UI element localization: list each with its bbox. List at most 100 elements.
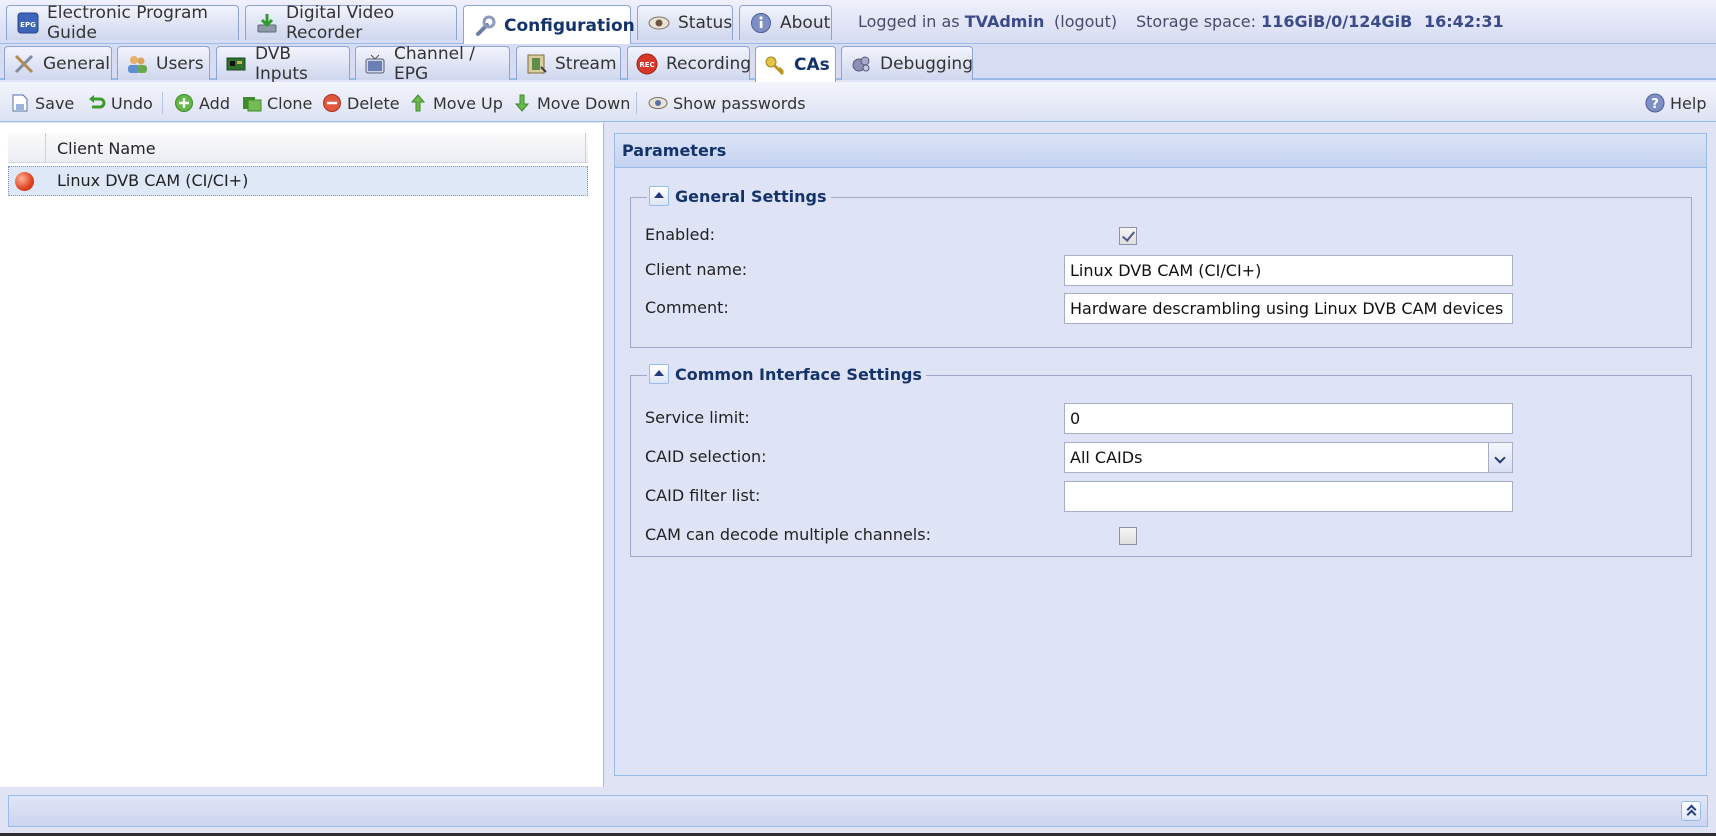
eye-icon [648,12,670,34]
toolbar-separator [162,92,163,114]
main-tab-bar: EPG Electronic Program Guide Digital Vid… [0,0,1716,45]
ca-client-grid: Client Name Linux DVB CAM (CI/CI+) [0,123,604,787]
tab-about[interactable]: About [739,5,832,40]
toolbar: Save Undo Add Clone Delete Move Up Move … [0,82,1716,122]
tuner-card-icon [225,53,247,75]
tab-label: General [43,53,110,74]
delete-label: Delete [347,93,400,113]
caid-selection-value: All CAIDs [1070,448,1143,467]
tab-label: Electronic Program Guide [47,3,208,43]
show-passwords-label: Show passwords [673,93,806,113]
delete-icon [322,93,342,113]
enabled-label: Enabled: [645,225,716,244]
collapse-toggle-icon[interactable] [649,186,669,206]
client-name-field[interactable]: Linux DVB CAM (CI/CI+) [1064,255,1513,286]
move-down-label: Move Down [537,93,631,113]
username: TVAdmin [964,12,1045,31]
tab-label: Channel / EPG [394,43,475,84]
caid-selection-select[interactable]: All CAIDs [1064,442,1513,473]
help-button[interactable]: ? Help [1645,91,1706,115]
tab-recording[interactable]: REC Recording [627,46,751,80]
key-icon [764,54,786,76]
enabled-checkbox[interactable] [1119,227,1137,245]
tv-icon [364,53,386,75]
tab-electronic-program-guide[interactable]: EPG Electronic Program Guide [6,3,239,43]
clone-button[interactable]: Clone [242,91,312,115]
tab-stream[interactable]: Stream [516,46,621,80]
save-icon [10,93,30,113]
table-row[interactable]: Linux DVB CAM (CI/CI+) [8,166,588,196]
comment-field[interactable]: Hardware descrambling using Linux DVB CA… [1064,293,1513,324]
comment-label: Comment: [645,298,729,317]
svg-text:EPG: EPG [20,21,36,29]
multi-channel-label: CAM can decode multiple channels: [645,525,931,544]
delete-button[interactable]: Delete [322,91,400,115]
tab-digital-video-recorder[interactable]: Digital Video Recorder [245,3,457,43]
chevron-down-icon[interactable] [1488,443,1512,472]
add-button[interactable]: Add [174,91,230,115]
status-column-header[interactable] [8,133,46,163]
film-icon [525,53,547,75]
tab-configuration[interactable]: Configuration [463,5,635,45]
storage-space: Storage space: 116GiB/0/124GiB [1136,12,1412,31]
general-settings-fieldset: General Settings Enabled: Client name: L… [630,186,1692,348]
tab-label: CAs [794,54,830,75]
double-chevron-up-icon[interactable] [1681,801,1701,821]
legend-label: Common Interface Settings [675,364,922,384]
undo-button[interactable]: Undo [86,91,153,115]
legend-label: General Settings [675,186,827,206]
tab-general[interactable]: General [4,46,112,80]
storage-value: 116GiB/0/124GiB [1261,12,1413,31]
toolbar-separator [636,92,637,114]
collapse-toggle-icon[interactable] [649,364,669,384]
epg-icon: EPG [17,12,39,34]
tab-cas[interactable]: CAs [755,46,836,82]
tab-label: Status [678,13,733,33]
tab-label: Stream [555,53,617,74]
move-up-button[interactable]: Move Up [408,91,503,115]
client-name-cell: Linux DVB CAM (CI/CI+) [57,171,249,190]
clock-time: 16:42:31 [1424,12,1504,31]
service-limit-label: Service limit: [645,408,750,427]
client-name-label: Client name: [645,260,748,279]
status-bar [8,795,1708,827]
multi-channel-checkbox[interactable] [1119,527,1137,545]
show-passwords-button[interactable]: Show passwords [648,91,806,115]
clone-icon [242,93,262,113]
storage-label: Storage space: [1136,12,1257,31]
tab-label: DVB Inputs [255,43,308,84]
column-divider [585,133,586,163]
red-status-dot-icon [15,172,34,191]
move-down-button[interactable]: Move Down [512,91,630,115]
tab-users[interactable]: Users [117,46,210,80]
tab-channel-epg[interactable]: Channel / EPG [355,44,510,84]
add-icon [174,93,194,113]
service-limit-field[interactable]: 0 [1064,403,1513,434]
tab-label: Users [156,53,204,74]
tools-icon [13,53,35,75]
tab-status[interactable]: Status [637,5,733,40]
config-tab-bar: General Users DVB Inputs Channel / EPG S… [0,44,1716,84]
caid-filter-field[interactable] [1064,481,1513,512]
add-label: Add [199,93,230,113]
download-icon [256,12,278,34]
grid-header: Client Name [8,133,588,163]
client-name-column-header[interactable]: Client Name [57,139,156,158]
users-icon [126,53,148,75]
bug-icon [850,53,872,75]
common-interface-legend: Common Interface Settings [647,364,926,384]
save-button[interactable]: Save [10,91,74,115]
logout-link[interactable]: (logout) [1054,12,1117,31]
undo-icon [86,93,106,113]
caid-filter-label: CAID filter list: [645,486,761,505]
caid-selection-label: CAID selection: [645,447,767,466]
parameters-title: Parameters [615,134,1706,168]
clock: 16:42:31 [1424,12,1504,31]
eye-icon [648,93,668,113]
save-label: Save [35,93,75,113]
tab-dvb-inputs[interactable]: DVB Inputs [216,44,350,84]
arrow-down-icon [512,93,532,113]
tab-debugging[interactable]: Debugging [841,46,973,80]
login-status: Logged in as TVAdmin [858,12,1044,31]
arrow-up-icon [408,93,428,113]
